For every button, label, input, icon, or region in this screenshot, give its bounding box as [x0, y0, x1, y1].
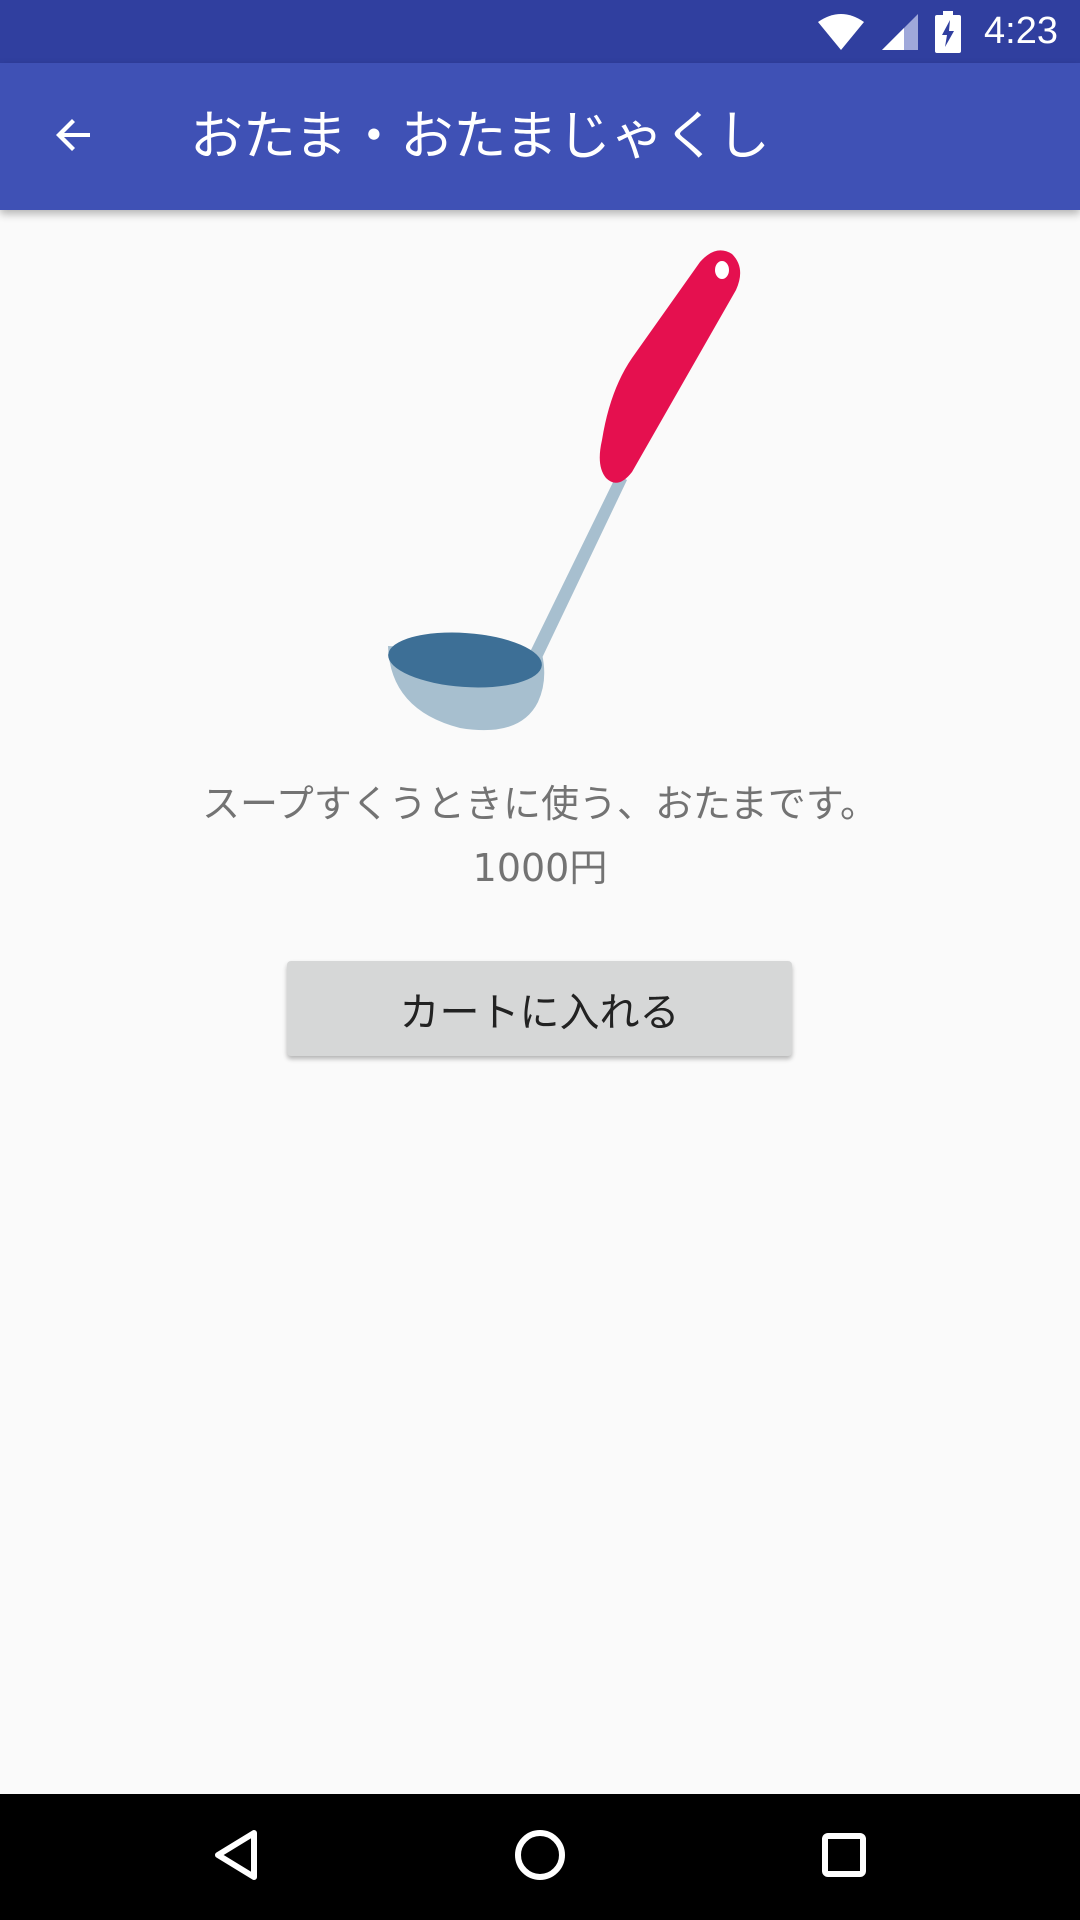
back-button[interactable] [24, 87, 124, 187]
arrow-back-icon [50, 111, 98, 163]
battery-charging-icon [934, 10, 962, 53]
wifi-icon [816, 12, 866, 52]
product-image [370, 240, 750, 740]
screen: 4:23 おたま・おたまじゃくし スープすくうときに使う、おたまです。 1000… [0, 0, 1080, 1920]
recents-square-icon [820, 1831, 868, 1883]
status-time: 4:23 [984, 10, 1058, 52]
cell-signal-icon [880, 12, 920, 52]
status-bar: 4:23 [0, 0, 1080, 63]
status-icons: 4:23 [816, 0, 1058, 63]
home-circle-icon [513, 1828, 567, 1886]
page-title: おたま・おたまじゃくし [190, 106, 770, 167]
product-price: 1000円 [472, 846, 608, 890]
app-bar: おたま・おたまじゃくし [0, 63, 1080, 210]
nav-home-button[interactable] [495, 1812, 585, 1902]
ladle-illustration [388, 250, 741, 731]
product-description: スープすくうときに使う、おたまです。 [201, 782, 879, 826]
navigation-bar [0, 1794, 1080, 1920]
nav-back-button[interactable] [191, 1812, 281, 1902]
add-to-cart-button[interactable]: カートに入れる [287, 961, 792, 1056]
back-triangle-icon [212, 1829, 260, 1885]
nav-recents-button[interactable] [799, 1812, 889, 1902]
